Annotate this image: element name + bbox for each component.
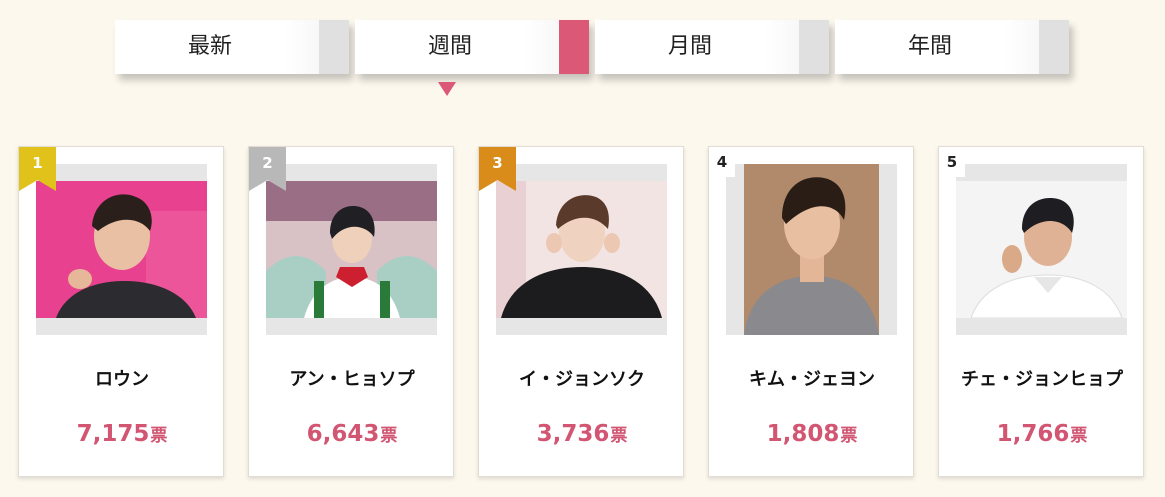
tab-yearly-edge bbox=[1039, 20, 1069, 74]
rank-badge: 5 bbox=[939, 147, 965, 177]
vote-unit: 票 bbox=[1070, 426, 1088, 446]
tab-latest[interactable]: 最新 bbox=[115, 20, 349, 74]
rank-number: 5 bbox=[946, 153, 958, 171]
actor-name[interactable]: ロウン bbox=[19, 365, 225, 391]
vote-total: 6,643票 bbox=[249, 421, 455, 447]
rank-number: 1 bbox=[32, 154, 43, 172]
actor-name[interactable]: イ・ジョンソク bbox=[479, 365, 685, 391]
tab-monthly[interactable]: 月間 bbox=[595, 20, 829, 74]
rank-badge: 3 bbox=[479, 147, 516, 191]
tab-latest-label: 最新 bbox=[187, 34, 232, 59]
actor-photo-5[interactable] bbox=[956, 181, 1127, 318]
tab-weekly-edge bbox=[559, 20, 589, 74]
vote-unit: 票 bbox=[380, 426, 398, 446]
vote-unit: 票 bbox=[840, 426, 858, 446]
tab-monthly-edge bbox=[799, 20, 829, 74]
vote-total: 1,766票 bbox=[939, 421, 1145, 447]
actor-photo-1[interactable] bbox=[36, 181, 207, 318]
vote-total: 1,808票 bbox=[709, 421, 915, 447]
tab-latest-edge bbox=[319, 20, 349, 74]
tab-yearly[interactable]: 年間 bbox=[835, 20, 1069, 74]
vote-count: 1,808 bbox=[766, 421, 840, 447]
rank-number: 2 bbox=[262, 154, 273, 172]
actor-name[interactable]: キム・ジェヨン bbox=[709, 365, 915, 391]
vote-total: 3,736票 bbox=[479, 421, 685, 447]
actor-name[interactable]: アン・ヒョソプ bbox=[249, 365, 455, 391]
rank-number: 3 bbox=[492, 154, 503, 172]
actor-name[interactable]: チェ・ジョンヒョプ bbox=[939, 365, 1145, 391]
vote-unit: 票 bbox=[610, 426, 628, 446]
ranking-card-2[interactable]: 2 アン・ヒョソプ 6,643票 bbox=[248, 146, 454, 477]
vote-count: 7,175 bbox=[76, 421, 150, 447]
tab-weekly[interactable]: 週間 bbox=[355, 20, 589, 74]
vote-count: 3,736 bbox=[536, 421, 610, 447]
tab-monthly-label: 月間 bbox=[667, 34, 712, 59]
vote-total: 7,175票 bbox=[19, 421, 225, 447]
ranking-card-1[interactable]: 1 ロウン 7,175票 bbox=[18, 146, 224, 477]
tab-yearly-label: 年間 bbox=[907, 34, 952, 59]
actor-photo-4[interactable] bbox=[744, 164, 879, 335]
ranking-card-5[interactable]: 5 チェ・ジョンヒョプ 1,766票 bbox=[938, 146, 1144, 477]
tab-weekly-label: 週間 bbox=[427, 34, 472, 59]
rank-badge: 1 bbox=[19, 147, 56, 191]
ranking-card-3[interactable]: 3 イ・ジョンソク 3,736票 bbox=[478, 146, 684, 477]
actor-photo-3[interactable] bbox=[496, 181, 667, 318]
actor-photo-2[interactable] bbox=[266, 181, 437, 318]
vote-unit: 票 bbox=[150, 426, 168, 446]
rank-number: 4 bbox=[716, 153, 728, 171]
rank-badge: 2 bbox=[249, 147, 286, 191]
active-tab-pointer-icon bbox=[438, 82, 456, 96]
ranking-card-4[interactable]: 4 キム・ジェヨン 1,808票 bbox=[708, 146, 914, 477]
rank-badge: 4 bbox=[709, 147, 735, 177]
period-tabs: 最新 週間 月間 年間 bbox=[0, 20, 1165, 80]
vote-count: 1,766 bbox=[996, 421, 1070, 447]
vote-count: 6,643 bbox=[306, 421, 380, 447]
